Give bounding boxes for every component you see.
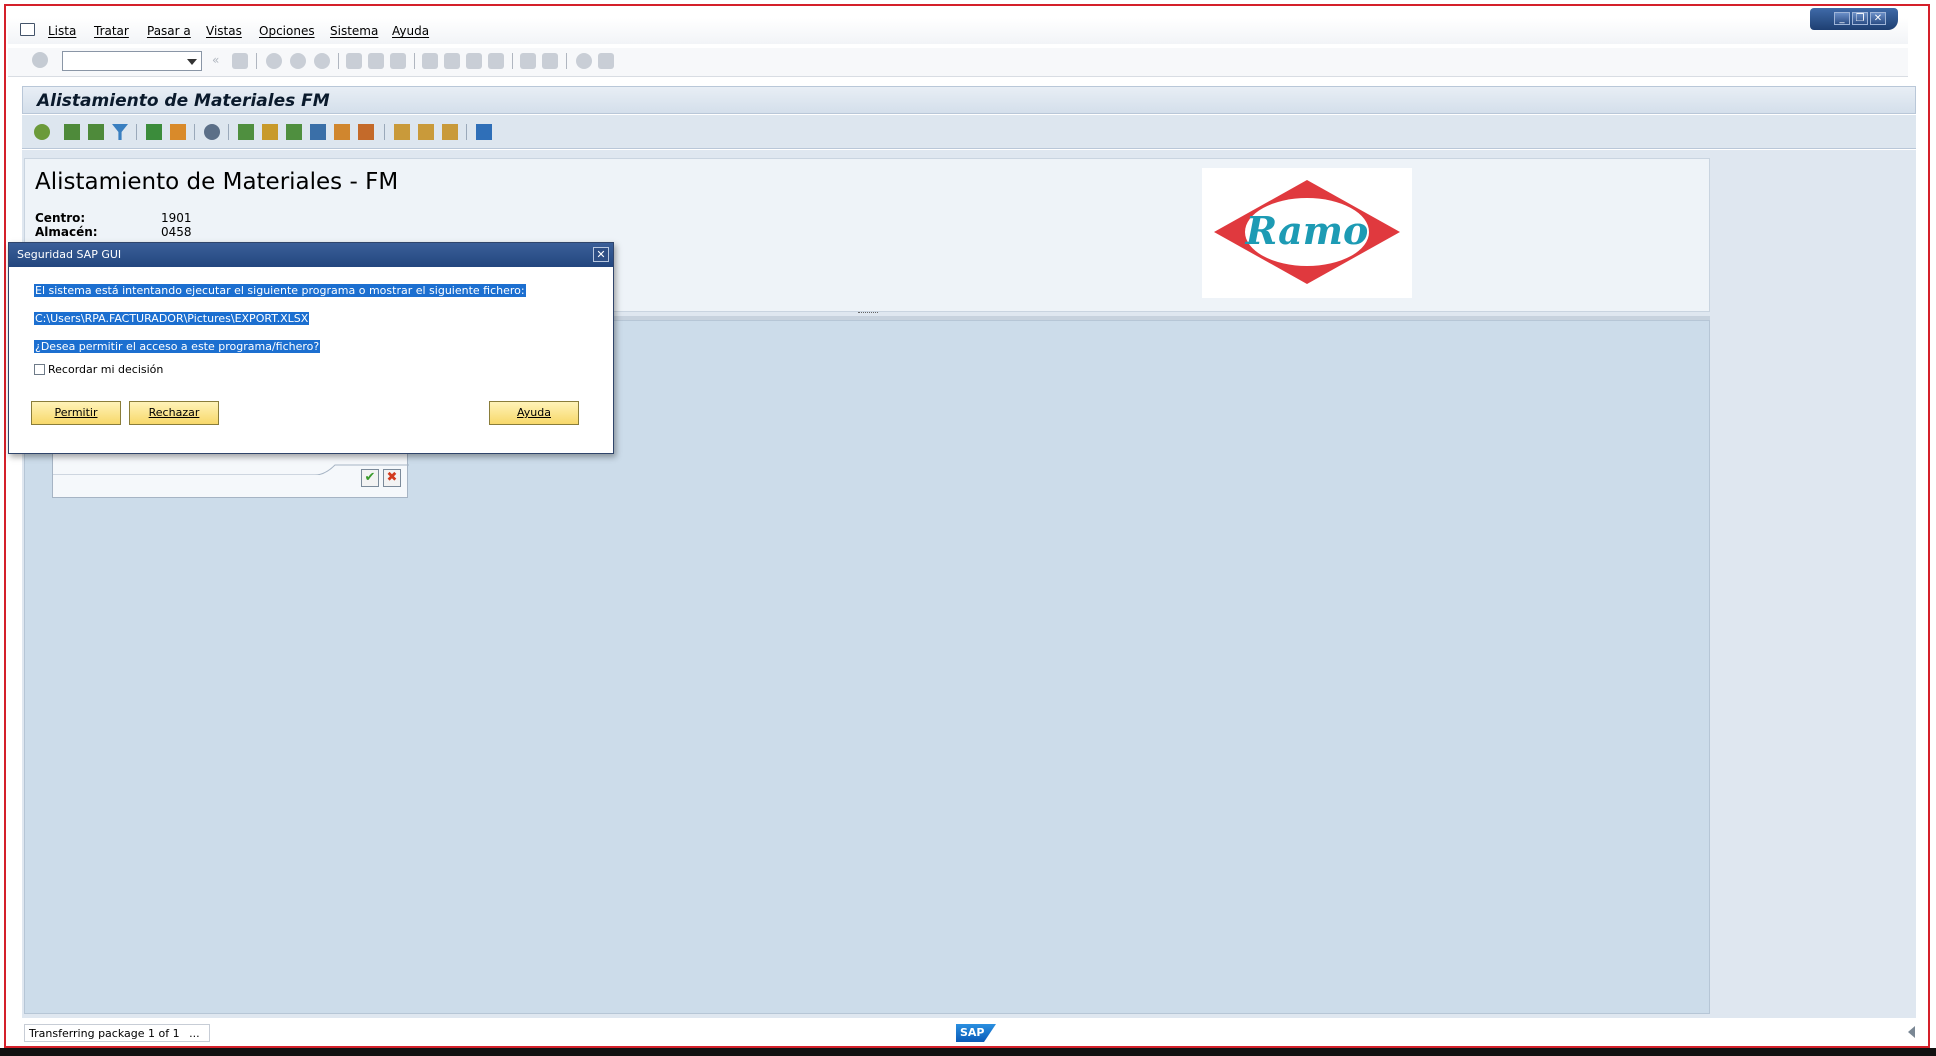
centro-label: Centro: xyxy=(35,211,86,225)
shortcut-icon[interactable] xyxy=(542,53,558,69)
word-processing-icon[interactable] xyxy=(286,124,302,140)
change-layout-icon[interactable] xyxy=(394,124,410,140)
help-button[interactable]: Ayuda xyxy=(489,401,579,425)
graphic-icon[interactable] xyxy=(358,124,374,140)
local-file-icon[interactable] xyxy=(310,124,326,140)
sum-icon[interactable] xyxy=(146,124,162,140)
centro-value: 1901 xyxy=(161,211,192,225)
window-controls: _ ❐ ✕ xyxy=(1810,8,1898,30)
chevron-down-icon[interactable] xyxy=(187,59,197,65)
menu-item-sistema[interactable]: Sistema xyxy=(330,24,378,38)
toolbar-separator xyxy=(228,124,229,140)
last-page-icon[interactable] xyxy=(488,53,504,69)
back-icon[interactable] xyxy=(266,53,282,69)
remember-decision-checkbox[interactable] xyxy=(34,364,45,375)
sap-logo: SAP xyxy=(956,1024,996,1042)
status-expand-icon[interactable] xyxy=(1908,1026,1915,1038)
minimize-button[interactable]: _ xyxy=(1834,12,1850,25)
toolbar-separator xyxy=(566,53,567,69)
status-text: Transferring package 1 of 1 xyxy=(29,1027,180,1040)
print-preview-icon[interactable] xyxy=(204,124,220,140)
cancel-popup-button[interactable]: ✖ xyxy=(383,469,401,487)
remember-decision-label: Recordar mi decisión xyxy=(48,363,164,376)
dialog-file-path: C:\Users\RPA.FACTURADOR\Pictures\EXPORT.… xyxy=(34,312,310,325)
company-logo: Ramo xyxy=(1202,168,1412,298)
info-icon[interactable] xyxy=(476,124,492,140)
selection-popup: ✔ ✖ xyxy=(52,448,409,498)
details-icon[interactable] xyxy=(34,124,50,140)
find-icon[interactable] xyxy=(368,53,384,69)
confirm-button[interactable]: ✔ xyxy=(361,469,379,487)
allow-button[interactable]: Permitir xyxy=(31,401,121,425)
toolbar-separator xyxy=(466,124,467,140)
menu-item-opciones[interactable]: Opciones xyxy=(259,24,315,38)
save-layout-icon[interactable] xyxy=(442,124,458,140)
menu-item-pasar-a[interactable]: Pasar a xyxy=(147,24,191,38)
dialog-question: ¿Desea permitir el acceso a este program… xyxy=(34,340,321,353)
close-icon[interactable]: ✕ xyxy=(593,247,609,262)
reject-button[interactable]: Rechazar xyxy=(129,401,219,425)
print-icon[interactable] xyxy=(346,53,362,69)
exit-icon[interactable] xyxy=(290,53,306,69)
subtotal-icon[interactable] xyxy=(170,124,186,140)
almacen-value: 0458 xyxy=(161,225,192,239)
toolbar-separator xyxy=(414,53,415,69)
sort-descending-icon[interactable] xyxy=(88,124,104,140)
status-message: Transferring package 1 of 1 ... xyxy=(24,1024,210,1042)
toolbar-separator xyxy=(194,124,195,140)
new-session-icon[interactable] xyxy=(520,53,536,69)
menu-item-lista[interactable]: Lista xyxy=(48,24,76,38)
toolbar-separator xyxy=(256,53,257,69)
double-chevron-left-icon: « xyxy=(212,53,220,67)
status-more: ... xyxy=(189,1027,200,1040)
restore-button[interactable]: ❐ xyxy=(1852,12,1868,25)
security-dialog: Seguridad SAP GUI ✕ El sistema está inte… xyxy=(8,242,614,454)
dialog-message: El sistema está intentando ejecutar el s… xyxy=(34,284,526,297)
application-toolbar xyxy=(22,115,1916,149)
first-page-icon[interactable] xyxy=(422,53,438,69)
toolbar-separator xyxy=(338,53,339,69)
layout-icon[interactable] xyxy=(598,53,614,69)
find-next-icon[interactable] xyxy=(390,53,406,69)
export-icon[interactable] xyxy=(238,124,254,140)
menu-icon[interactable] xyxy=(20,23,35,36)
logo-text: Ramo xyxy=(1245,208,1369,253)
menu-item-ayuda[interactable]: Ayuda xyxy=(392,24,429,38)
previous-page-icon[interactable] xyxy=(444,53,460,69)
menu-item-tratar[interactable]: Tratar xyxy=(94,24,129,38)
almacen-label: Almacén: xyxy=(35,225,98,239)
cancel-icon[interactable] xyxy=(314,53,330,69)
dialog-titlebar: Seguridad SAP GUI ✕ xyxy=(9,243,613,267)
next-page-icon[interactable] xyxy=(466,53,482,69)
command-field[interactable] xyxy=(62,51,202,71)
splitter-grip[interactable] xyxy=(858,312,878,316)
menu-item-vistas[interactable]: Vistas xyxy=(206,24,242,38)
toolbar-separator xyxy=(512,53,513,69)
menu-bar: Lista Tratar Pasar a Vistas Opciones Sis… xyxy=(8,18,1908,44)
help-icon[interactable] xyxy=(576,53,592,69)
spreadsheet-icon[interactable] xyxy=(262,124,278,140)
dialog-title: Seguridad SAP GUI xyxy=(17,248,122,261)
toolbar-separator xyxy=(136,124,137,140)
page-title: Alistamiento de Materiales FM xyxy=(37,91,330,111)
report-title: Alistamiento de Materiales - FM xyxy=(35,169,399,195)
ramo-logo-icon: Ramo xyxy=(1214,180,1400,284)
title-bar: Alistamiento de Materiales FM xyxy=(22,86,1916,114)
send-icon[interactable] xyxy=(334,124,350,140)
filter-icon[interactable] xyxy=(112,124,128,140)
select-layout-icon[interactable] xyxy=(418,124,434,140)
status-bar: Transferring package 1 of 1 ... SAP xyxy=(8,1022,1912,1044)
enter-icon[interactable] xyxy=(32,52,48,68)
sort-ascending-icon[interactable] xyxy=(64,124,80,140)
remember-decision-row[interactable]: Recordar mi decisión xyxy=(34,363,163,376)
toolbar-separator xyxy=(384,124,385,140)
close-window-button[interactable]: ✕ xyxy=(1870,12,1886,25)
taskbar-strip xyxy=(0,1048,1936,1056)
save-icon[interactable] xyxy=(232,53,248,69)
